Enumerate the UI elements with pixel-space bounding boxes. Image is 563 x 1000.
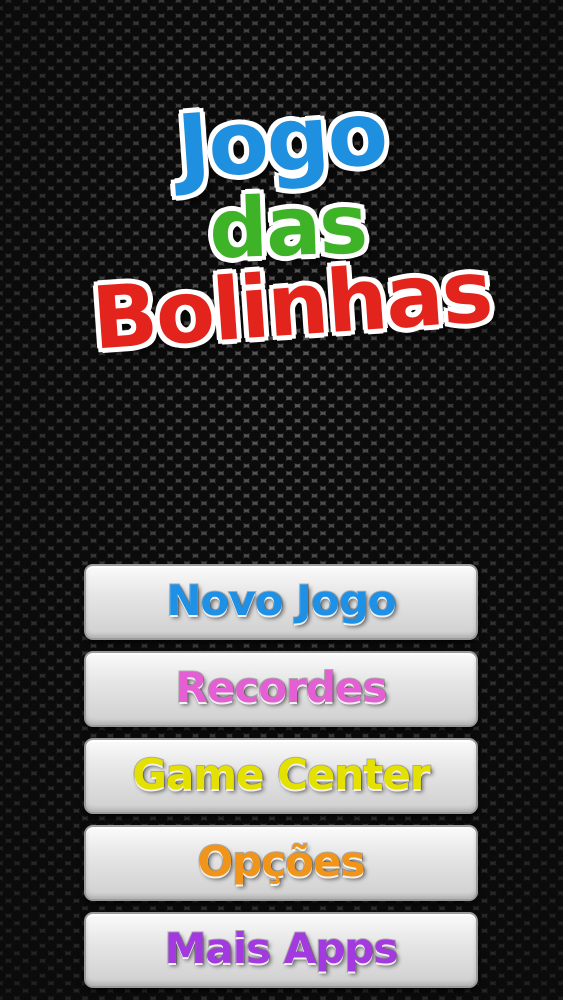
options-label: Opções bbox=[196, 836, 366, 887]
game-center-button[interactable]: Game Center bbox=[84, 738, 478, 814]
more-apps-label: Mais Apps bbox=[164, 923, 400, 974]
main-menu: Novo Jogo Recordes Game Center Opções Ma… bbox=[84, 564, 478, 999]
records-label: Recordes bbox=[175, 662, 389, 713]
game-center-label: Game Center bbox=[131, 749, 431, 800]
records-button[interactable]: Recordes bbox=[84, 651, 478, 727]
new-game-label: Novo Jogo bbox=[165, 575, 397, 626]
new-game-button[interactable]: Novo Jogo bbox=[84, 564, 478, 640]
more-apps-button[interactable]: Mais Apps bbox=[84, 912, 478, 988]
game-logo: Jogo das Bolinhas bbox=[0, 80, 563, 380]
options-button[interactable]: Opções bbox=[84, 825, 478, 901]
